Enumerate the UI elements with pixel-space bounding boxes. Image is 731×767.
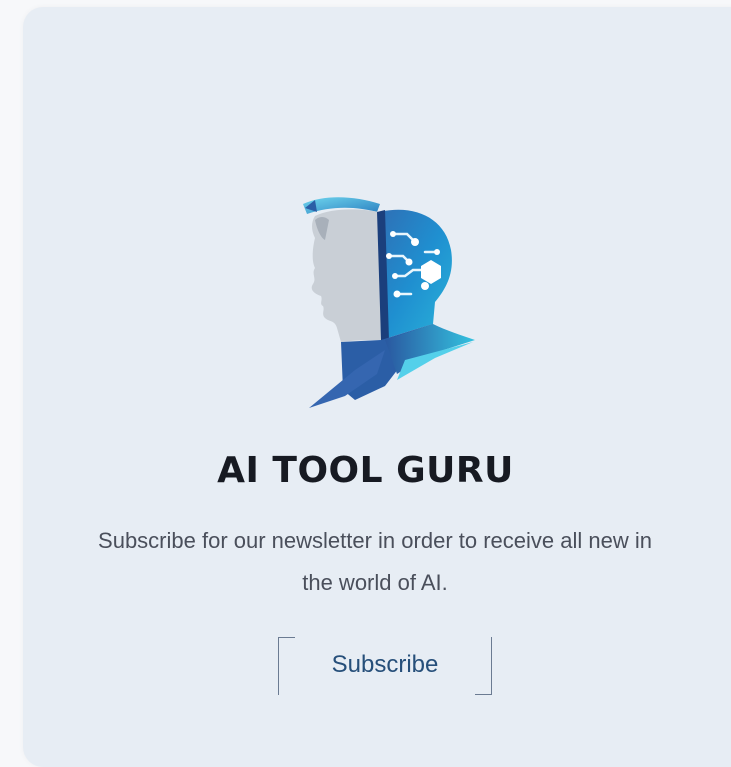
brand-logo [285, 190, 485, 420]
subscribe-button[interactable]: Subscribe [278, 637, 492, 695]
ai-head-circuit-icon [303, 197, 475, 408]
subscribe-button-label: Subscribe [331, 651, 439, 678]
brand-title: AI TOOL GURU [217, 450, 514, 491]
newsletter-description: Subscribe for our newsletter in order to… [98, 528, 652, 595]
